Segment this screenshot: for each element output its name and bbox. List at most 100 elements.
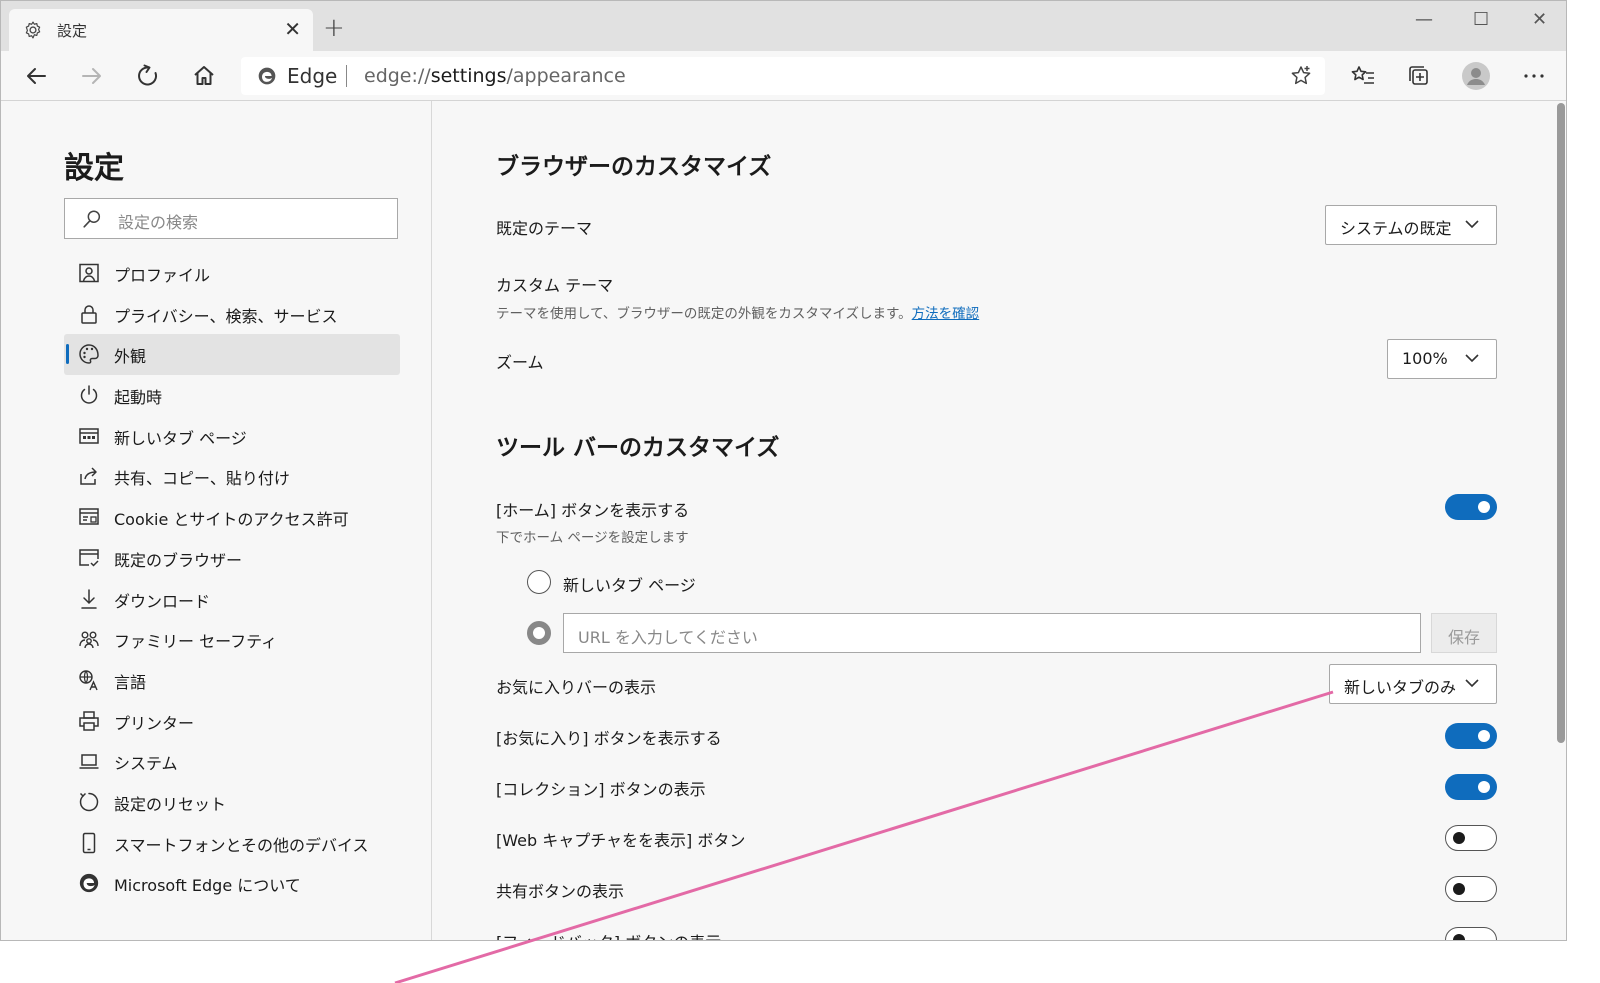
home-button-toggle[interactable] [1445, 494, 1497, 520]
web-capture-button-label: [Web キャプチャをを表示] ボタン [496, 831, 746, 850]
default-theme-label: 既定のテーマ [496, 219, 593, 238]
sidebar-item-label: ダウンロード [114, 591, 211, 611]
power-icon [80, 385, 98, 404]
favorites-bar-dropdown[interactable]: 新しいタブのみ [1329, 664, 1497, 704]
sidebar-item-label: 共有、コピー、貼り付け [114, 469, 290, 489]
sidebar-item-label: スマートフォンとその他のデバイス [114, 835, 369, 855]
save-button-label: 保存 [1447, 628, 1480, 647]
favorites-button-label: [お気に入り] ボタンを表示する [496, 729, 722, 748]
favorites-bar-label: お気に入りバーの表示 [496, 678, 657, 697]
sidebar-item-appearance[interactable]: 外観 [64, 334, 400, 376]
lock-icon [81, 304, 97, 324]
sidebar-item-reset[interactable]: 設定のリセット [64, 782, 400, 823]
refresh-icon[interactable] [133, 61, 163, 91]
sidebar-item-family-safety[interactable]: ファミリー セーフティ [64, 619, 400, 660]
sidebar-item-privacy[interactable]: プライバシー、検索、サービス [64, 294, 400, 335]
chevron-down-icon [1465, 354, 1479, 363]
main-scrollbar[interactable] [1557, 103, 1565, 743]
home-url-placeholder: URL を入力してください [578, 628, 758, 647]
address-url[interactable]: edge://settings/appearance [364, 65, 626, 87]
browser-window: 設定 ✕ + — ☐ ✕ Edge edge://settings/appear… [0, 0, 1567, 941]
sidebar-item-languages[interactable]: 言語 [64, 660, 400, 701]
phone-icon [82, 832, 96, 853]
settings-search-input[interactable]: 設定の検索 [64, 198, 398, 239]
settings-main: ブラウザーのカスタマイズ 既定のテーマ システムの既定 カスタム テーマ テーマ… [432, 101, 1566, 940]
zoom-dropdown[interactable]: 100% [1387, 339, 1497, 379]
profile-icon [79, 263, 99, 283]
radio-new-tab-page-label: 新しいタブ ページ [563, 576, 696, 595]
sidebar-item-share-copy-paste[interactable]: 共有、コピー、貼り付け [64, 456, 400, 497]
sidebar-item-label: ファミリー セーフティ [114, 632, 278, 652]
site-permissions-icon [79, 508, 99, 525]
sidebar-item-default-browser[interactable]: 既定のブラウザー [64, 538, 400, 579]
chevron-down-icon [1465, 679, 1479, 688]
sidebar-nav: プロファイル プライバシー、検索、サービス 外観 起動時 新しいタブ ページ 共… [64, 253, 400, 904]
sidebar-item-profile[interactable]: プロファイル [64, 253, 400, 294]
add-favorite-icon[interactable] [1289, 64, 1313, 88]
settings-sidebar: 設定 設定の検索 プロファイル プライバシー、検索、サービス 外観 起動時 新し… [1, 101, 432, 940]
radio-custom-url[interactable] [527, 621, 551, 645]
home-button-description: 下でホーム ページを設定します [496, 530, 689, 546]
sidebar-item-printers[interactable]: プリンター [64, 701, 400, 742]
sidebar-item-label: プリンター [114, 713, 195, 733]
default-theme-value: システムの既定 [1340, 219, 1452, 238]
web-capture-button-toggle[interactable] [1445, 825, 1497, 851]
reset-icon [79, 792, 99, 812]
sidebar-item-label: 設定のリセット [114, 794, 227, 814]
tab-settings[interactable]: 設定 ✕ [9, 9, 313, 51]
learn-how-link[interactable]: 方法を確認 [912, 306, 980, 322]
sidebar-item-new-tab-page[interactable]: 新しいタブ ページ [64, 416, 400, 457]
browser-toolbar: Edge edge://settings/appearance [1, 51, 1566, 101]
sidebar-item-downloads[interactable]: ダウンロード [64, 579, 400, 620]
new-tab-button[interactable]: + [323, 15, 345, 41]
minimize-button[interactable]: — [1415, 9, 1433, 30]
family-icon [79, 631, 99, 649]
collections-button-toggle[interactable] [1445, 774, 1497, 800]
tab-close-icon[interactable]: ✕ [284, 17, 301, 41]
sidebar-item-system[interactable]: システム [64, 741, 400, 782]
more-options-icon[interactable] [1519, 61, 1549, 91]
close-window-button[interactable]: ✕ [1532, 9, 1547, 30]
home-icon[interactable] [189, 61, 219, 91]
newtab-page-icon [79, 428, 99, 444]
download-icon [81, 588, 97, 609]
address-bar[interactable]: Edge edge://settings/appearance [241, 57, 1325, 95]
feedback-button-toggle[interactable] [1445, 927, 1497, 940]
favorites-button-toggle[interactable] [1445, 723, 1497, 749]
custom-theme-label: カスタム テーマ [496, 276, 614, 295]
gear-icon [25, 21, 41, 39]
share-button-toggle[interactable] [1445, 876, 1497, 902]
printer-icon [79, 710, 99, 731]
profile-avatar[interactable] [1461, 61, 1491, 91]
sidebar-item-label: 新しいタブ ページ [114, 428, 247, 448]
zoom-value: 100% [1402, 349, 1448, 368]
sidebar-item-label: 起動時 [114, 388, 163, 408]
tab-title: 設定 [57, 22, 88, 40]
sidebar-item-startup[interactable]: 起動時 [64, 375, 400, 416]
sidebar-item-about-edge[interactable]: Microsoft Edge について [64, 863, 400, 904]
laptop-icon [79, 754, 99, 769]
home-url-input[interactable]: URL を入力してください [563, 613, 1421, 653]
collections-button-label: [コレクション] ボタンの表示 [496, 780, 706, 799]
address-separator [346, 65, 347, 87]
collections-icon[interactable] [1404, 61, 1434, 91]
sidebar-item-label: Cookie とサイトのアクセス許可 [114, 510, 349, 530]
radio-new-tab-page[interactable] [527, 570, 551, 594]
save-button[interactable]: 保存 [1431, 613, 1497, 653]
home-button-label: [ホーム] ボタンを表示する [496, 501, 690, 520]
sidebar-item-label: 外観 [114, 347, 147, 367]
share-icon [80, 467, 97, 486]
sidebar-item-label: プロファイル [114, 266, 211, 285]
feedback-button-label: [フィードバック] ボタンの表示 [496, 929, 721, 940]
sidebar-item-phone-devices[interactable]: スマートフォンとその他のデバイス [64, 823, 400, 864]
sidebar-item-cookies[interactable]: Cookie とサイトのアクセス許可 [64, 497, 400, 538]
back-icon[interactable] [21, 61, 51, 91]
favorites-icon[interactable] [1348, 61, 1378, 91]
forward-icon[interactable] [77, 61, 107, 91]
zoom-label: ズーム [496, 353, 544, 372]
search-icon [83, 210, 101, 228]
maximize-button[interactable]: ☐ [1473, 9, 1489, 30]
default-browser-icon [79, 549, 99, 567]
default-theme-dropdown[interactable]: システムの既定 [1325, 205, 1497, 245]
address-brand: Edge [287, 64, 338, 88]
